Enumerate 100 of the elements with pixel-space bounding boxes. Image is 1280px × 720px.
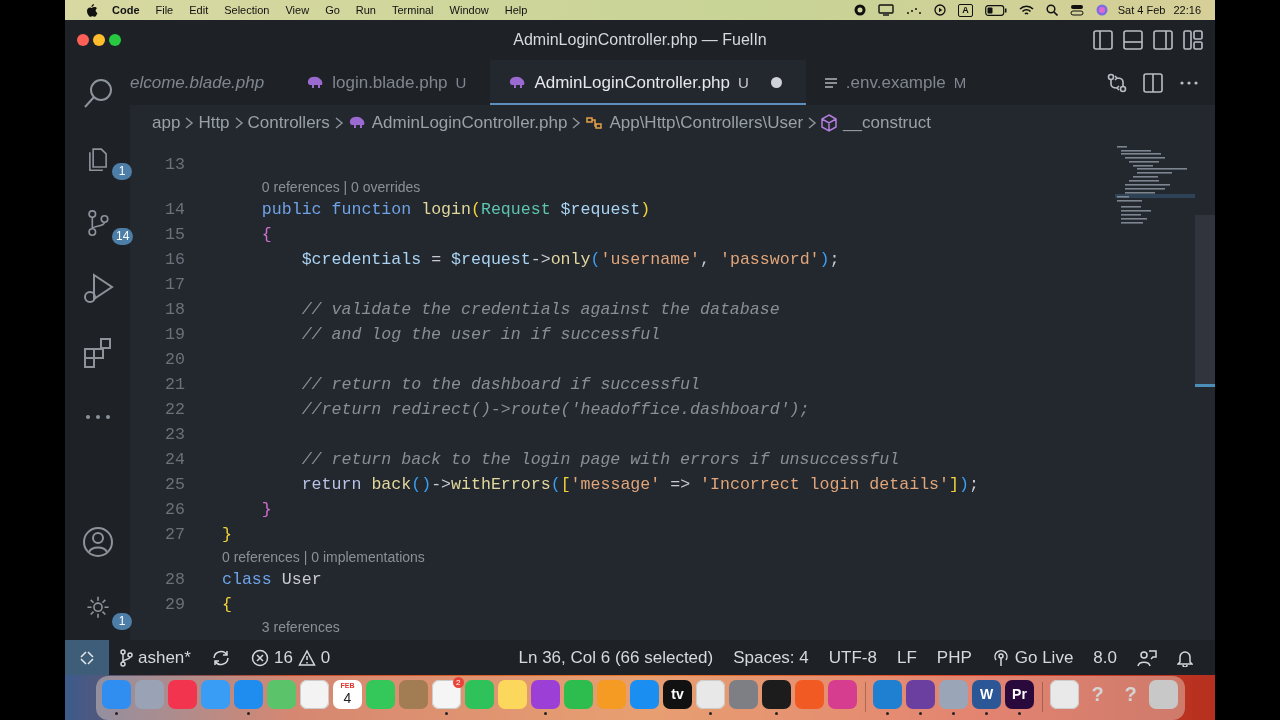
- line-number: 20: [164, 350, 185, 369]
- code-lens[interactable]: 0 references | 0 implementations: [222, 549, 425, 565]
- compare-icon[interactable]: [1107, 72, 1127, 93]
- menu-item[interactable]: View: [277, 4, 318, 16]
- code-line: //return redirect()->route('headoffice.dashboard');: [300, 400, 810, 419]
- line-number: 24: [164, 450, 185, 469]
- status-item[interactable]: LF: [886, 647, 927, 668]
- chevron-icon: [233, 115, 244, 130]
- feedback-icon[interactable]: [1137, 648, 1157, 667]
- close-button[interactable]: [77, 34, 89, 46]
- battery-icon[interactable]: [984, 4, 1007, 16]
- secondary-sidebar-icon[interactable]: [1153, 30, 1173, 50]
- line-number: 14: [164, 200, 185, 219]
- split-editor-icon[interactable]: [1143, 72, 1163, 93]
- display-icon[interactable]: [878, 4, 895, 16]
- branch-status[interactable]: ashen*: [109, 647, 201, 668]
- line-number: 15: [164, 225, 185, 244]
- code-lens[interactable]: 3 references: [261, 619, 340, 635]
- menu-item[interactable]: Selection: [216, 4, 278, 16]
- input-source[interactable]: A: [958, 3, 973, 17]
- count-badge: 14: [112, 228, 134, 245]
- line-number: 21: [164, 375, 185, 394]
- line-number: 29: [164, 595, 185, 614]
- app-icon[interactable]: Pr: [1005, 679, 1034, 709]
- line-number: 16: [164, 250, 185, 269]
- app-icon[interactable]: [762, 679, 791, 709]
- zoom-button[interactable]: [109, 34, 121, 46]
- code-line: return back()->withErrors(['message' => 'Incorrect login details']);: [300, 475, 979, 494]
- menu-item[interactable]: Help: [496, 4, 536, 16]
- editor-tab[interactable]: AdminLoginController.php U: [490, 60, 806, 105]
- breadcrumb-item[interactable]: app: [152, 112, 181, 133]
- status-item[interactable]: UTF-8: [818, 647, 887, 668]
- app-menu[interactable]: Code: [104, 4, 148, 16]
- code-line: class User: [222, 570, 322, 589]
- warning-icon: [297, 648, 316, 667]
- line-number: 13: [164, 155, 185, 174]
- problems-status[interactable]: 16 0: [240, 647, 341, 668]
- apple-icon[interactable]: [86, 3, 98, 17]
- menu-time: 22:16: [1172, 4, 1202, 16]
- menu-item[interactable]: File: [147, 4, 182, 16]
- dots-icon[interactable]: [906, 5, 923, 15]
- wifi-icon[interactable]: [1018, 4, 1034, 16]
- line-number: 17: [164, 275, 185, 294]
- minimize-button[interactable]: [93, 34, 105, 46]
- count-badge: 1: [112, 613, 132, 630]
- panel-toggle-icon[interactable]: [1123, 30, 1143, 50]
- app-icon[interactable]: W: [972, 679, 1001, 709]
- toggles-icon[interactable]: [1069, 4, 1084, 16]
- window-title: AdminLoginController.php — FuelIn: [512, 31, 768, 49]
- menu-date: Sat 4 Feb: [1116, 4, 1167, 16]
- code-line: public function login(Request $request): [260, 200, 651, 219]
- menu-item[interactable]: Go: [317, 4, 348, 16]
- chevron-icon: [333, 115, 344, 130]
- breadcrumb-item[interactable]: __construct: [821, 112, 931, 133]
- code-line: {: [222, 595, 232, 614]
- bell-icon[interactable]: [1177, 648, 1193, 667]
- notification-badge: 2: [453, 676, 464, 688]
- menu-item[interactable]: Terminal: [384, 4, 442, 16]
- status-item[interactable]: 8.0: [1083, 647, 1127, 668]
- code-line: }: [260, 500, 272, 519]
- remote-button[interactable]: [65, 640, 109, 675]
- status-item[interactable]: Spaces: 4: [723, 647, 819, 668]
- line-number: 28: [164, 570, 185, 589]
- status-item[interactable]: PHP: [926, 647, 982, 668]
- code-line: // return to the dashboard if successful: [300, 375, 700, 394]
- breadcrumb-item[interactable]: AdminLoginController.php: [347, 112, 568, 133]
- app-icon[interactable]: tv: [663, 679, 692, 709]
- line-number: 19: [164, 325, 185, 344]
- app-icon[interactable]: [432, 679, 461, 709]
- play-icon[interactable]: [934, 4, 947, 16]
- breadcrumb-item[interactable]: App\Http\Controllers\User: [585, 112, 804, 133]
- siri-icon[interactable]: [1095, 4, 1108, 16]
- go-live-button[interactable]: Go Live: [981, 647, 1084, 668]
- menu-item[interactable]: Window: [441, 4, 497, 16]
- elephant-icon: [306, 76, 325, 89]
- line-number: 18: [164, 300, 185, 319]
- run-debug-icon[interactable]: [81, 270, 114, 305]
- sidebar-toggle-icon[interactable]: [1093, 30, 1113, 50]
- code-lens[interactable]: 0 references | 0 overrides: [261, 179, 421, 195]
- namespace-icon: [585, 114, 604, 131]
- menu-item[interactable]: Edit: [181, 4, 217, 16]
- menu-item[interactable]: Run: [347, 4, 384, 16]
- line-number: 26: [164, 500, 185, 519]
- chevron-icon: [184, 115, 195, 130]
- search-icon[interactable]: [1045, 4, 1058, 16]
- breadcrumb-item[interactable]: Controllers: [247, 112, 330, 133]
- extensions-icon[interactable]: [81, 335, 114, 370]
- account-icon[interactable]: [81, 525, 114, 560]
- chevron-icon: [571, 115, 582, 130]
- breadcrumb-item[interactable]: Http: [198, 112, 230, 133]
- sync-icon[interactable]: [210, 648, 231, 667]
- count-badge: 1: [112, 163, 132, 180]
- line-number: 22: [164, 400, 185, 419]
- line-number: 27: [164, 525, 185, 544]
- code-line: }: [222, 525, 232, 544]
- code-line: // validate the credentials against the database: [300, 300, 780, 319]
- record-icon[interactable]: [854, 4, 867, 16]
- line-number: 25: [164, 475, 185, 494]
- layout-icon[interactable]: [1183, 30, 1203, 50]
- status-item[interactable]: Ln 36, Col 6 (66 selected): [508, 647, 724, 668]
